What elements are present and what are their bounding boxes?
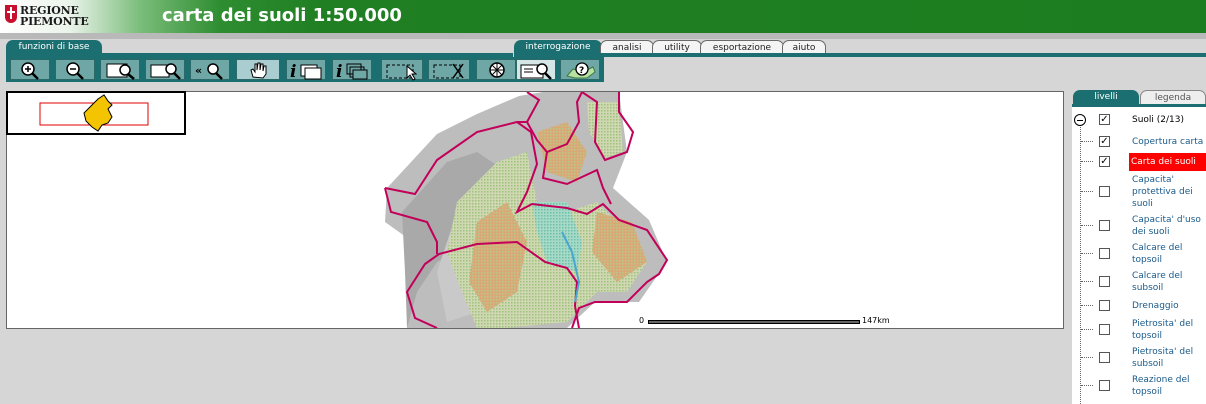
zoom-in-icon	[21, 62, 39, 80]
layer-checkbox-capacita-protettiva[interactable]	[1099, 186, 1110, 197]
pan-hand-icon	[250, 62, 267, 79]
zoom-full-extent-icon	[106, 63, 135, 80]
tab-funzioni-di-base[interactable]: funzioni di base	[6, 40, 102, 54]
query-help-icon: ?	[566, 62, 596, 79]
tree-branch	[1081, 191, 1093, 192]
info-multiple-button[interactable]: i	[332, 59, 372, 81]
layer-label-capacita-uso[interactable]: Capacita' d'uso dei suoli	[1132, 214, 1206, 238]
layer-label-calcare-subsoil[interactable]: Calcare del subsoil	[1132, 270, 1206, 294]
tab-analisi[interactable]: analisi	[600, 40, 654, 54]
tree-branch	[1081, 161, 1093, 162]
tree-connector	[1080, 124, 1081, 404]
overview-map[interactable]	[6, 91, 186, 135]
query-help-button[interactable]: ?	[560, 59, 600, 80]
select-arrow-icon	[386, 64, 418, 81]
zoom-previous-icon: «	[195, 63, 223, 80]
info-icon: i	[290, 62, 322, 81]
svg-text:i: i	[336, 62, 342, 81]
overview-region-shape	[39, 94, 149, 132]
zoom-full-extent-button[interactable]	[100, 59, 140, 80]
tab-underline-right	[514, 53, 1206, 57]
toolbar: « i i ?	[6, 57, 604, 82]
layer-checkbox-calcare-subsoil[interactable]	[1099, 276, 1110, 287]
tab-esportazione[interactable]: esportazione	[700, 40, 784, 54]
measure-button[interactable]	[476, 59, 516, 80]
layer-label-drenaggio[interactable]: Drenaggio	[1132, 300, 1206, 312]
layer-label-pietrosita-subsoil[interactable]: Pietrosita' del subsoil	[1132, 346, 1206, 370]
pan-button[interactable]	[236, 59, 280, 80]
collapse-group-icon[interactable]	[1074, 114, 1086, 126]
select-button[interactable]	[381, 59, 423, 81]
layer-label-copertura-carta[interactable]: Copertura carta	[1132, 136, 1206, 148]
panel-tabs: livelli legenda	[1072, 90, 1206, 104]
header-bar: REGIONE PIEMONTE carta dei suoli 1:50.00…	[0, 0, 1206, 33]
layers-panel: livelli legenda ✓ Suoli (2/13) ✓ Copertu…	[1072, 90, 1206, 404]
query-zoom-button[interactable]	[516, 59, 556, 80]
panel-tab-underline	[1072, 104, 1206, 107]
gis-app: { "header": { "logo_line1": "REGIONE", "…	[0, 0, 1206, 404]
layer-checkbox-copertura-carta[interactable]: ✓	[1099, 136, 1110, 147]
tab-aiuto[interactable]: aiuto	[782, 40, 826, 54]
regione-piemonte-logo[interactable]: REGIONE PIEMONTE	[5, 4, 91, 30]
shield-icon	[5, 5, 17, 23]
tree-branch	[1081, 253, 1093, 254]
layer-label-capacita-protettiva[interactable]: Capacita' protettiva dei suoli	[1132, 174, 1206, 210]
tab-utility[interactable]: utility	[652, 40, 702, 54]
svg-text:?: ?	[579, 66, 584, 76]
scale-min-label: 0	[639, 316, 645, 325]
clear-selection-icon	[433, 63, 464, 79]
scale-max-label: 147km	[862, 316, 890, 325]
tree-branch	[1081, 305, 1093, 306]
tree-branch	[1081, 281, 1093, 282]
measure-wheel-icon	[489, 62, 505, 78]
zoom-previous-button[interactable]: «	[190, 59, 230, 80]
svg-text:«: «	[195, 64, 202, 77]
layer-label-pietrosita-topsoil[interactable]: Pietrosita' del topsoil	[1132, 318, 1206, 342]
scale-bar-line	[648, 320, 860, 324]
layer-checkbox-drenaggio[interactable]	[1099, 300, 1110, 311]
zoom-in-button[interactable]	[10, 59, 50, 80]
tab-legenda[interactable]: legenda	[1140, 90, 1206, 104]
tree-branch	[1081, 357, 1093, 358]
layer-label-carta-dei-suoli[interactable]: Carta dei suoli	[1129, 153, 1206, 171]
layer-checkbox-carta-dei-suoli[interactable]: ✓	[1099, 156, 1110, 167]
layer-checkbox-pietrosita-subsoil[interactable]	[1099, 352, 1110, 363]
zoom-layer-icon	[150, 63, 181, 80]
layer-label-calcare-topsoil[interactable]: Calcare del topsoil	[1132, 242, 1206, 266]
page-title: carta dei suoli 1:50.000	[162, 5, 402, 26]
logo-text-line2: PIEMONTE	[20, 15, 89, 28]
layer-group-suoli: Suoli (2/13)	[1132, 115, 1185, 125]
zoom-layer-button[interactable]	[145, 59, 185, 80]
info-button[interactable]: i	[286, 59, 326, 81]
scale-bar: 0 147km	[639, 316, 899, 328]
layer-checkbox-capacita-uso[interactable]	[1099, 220, 1110, 231]
layer-checkbox-pietrosita-topsoil[interactable]	[1099, 324, 1110, 335]
layer-checkbox-reazione-topsoil[interactable]	[1099, 380, 1110, 391]
layer-checkbox-suoli[interactable]: ✓	[1099, 114, 1110, 125]
header-separator	[0, 33, 1206, 39]
clear-selection-button[interactable]	[428, 59, 470, 80]
tree-branch	[1081, 225, 1093, 226]
query-zoom-icon	[520, 63, 552, 80]
tree-branch	[1081, 141, 1093, 142]
info-multiple-icon: i	[336, 62, 368, 81]
tab-livelli[interactable]: livelli	[1073, 90, 1139, 104]
zoom-out-icon	[66, 62, 84, 80]
tree-branch	[1081, 329, 1093, 330]
layer-label-reazione-topsoil[interactable]: Reazione del topsoil	[1132, 374, 1206, 398]
layer-checkbox-calcare-topsoil[interactable]	[1099, 248, 1110, 259]
svg-text:i: i	[290, 62, 296, 81]
tree-branch	[1081, 385, 1093, 386]
zoom-out-button[interactable]	[55, 59, 95, 80]
tab-interrogazione[interactable]: interrogazione	[514, 40, 602, 54]
